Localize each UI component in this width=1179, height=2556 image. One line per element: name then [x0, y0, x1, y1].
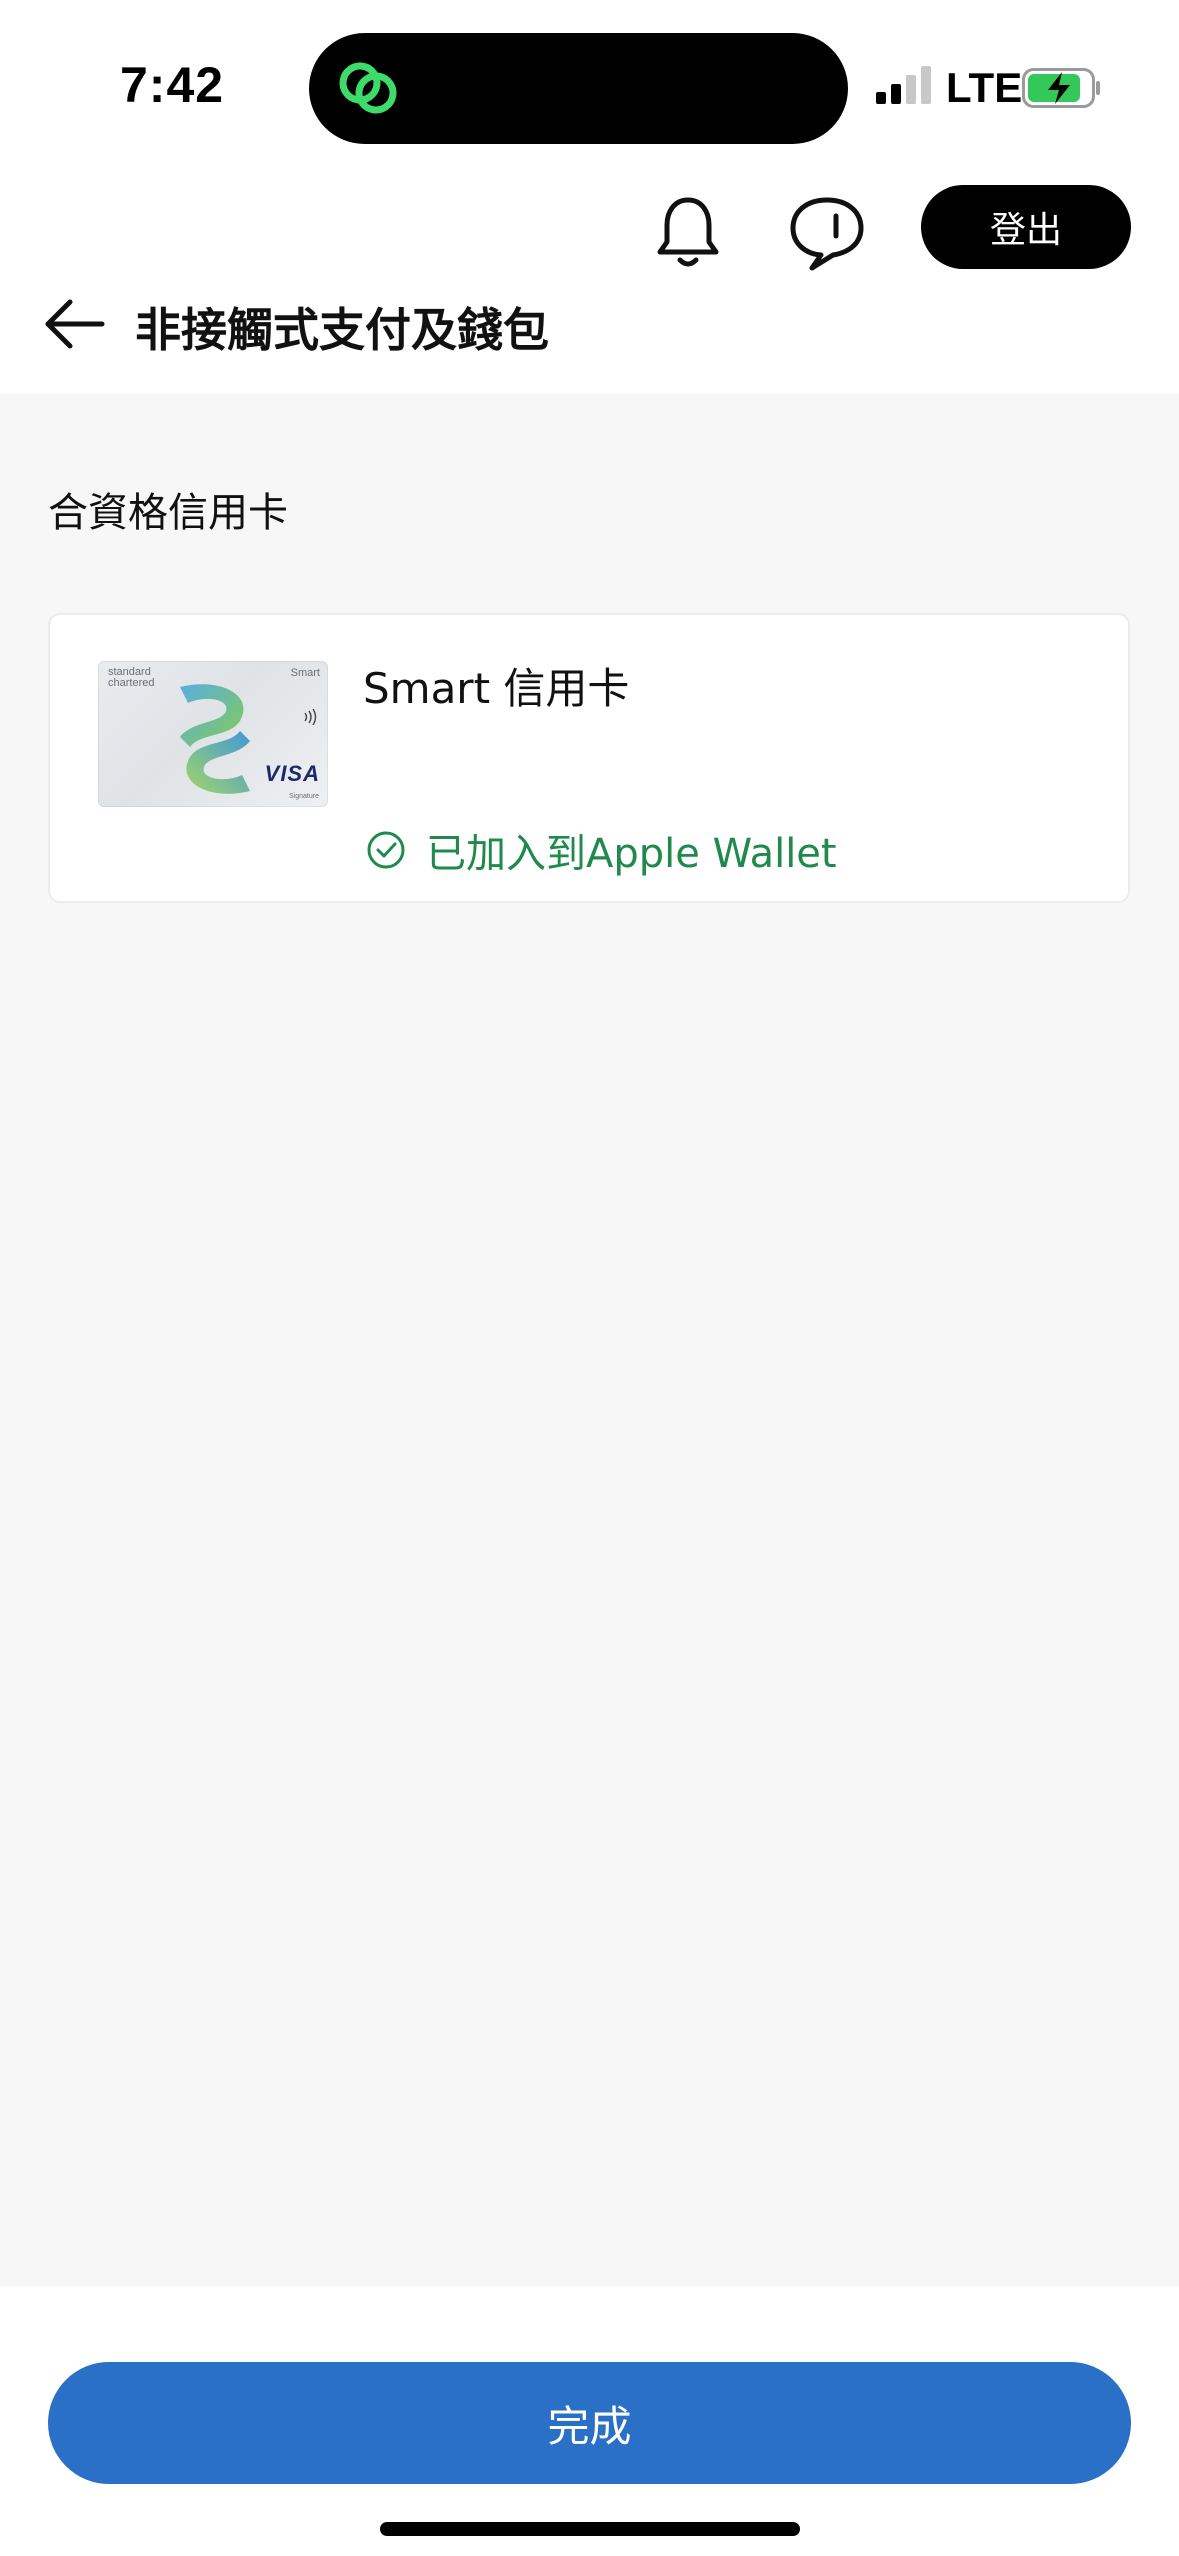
- app-header: 登出 非接觸式支付及錢包: [0, 170, 1179, 394]
- card-name: Smart 信用卡: [363, 664, 630, 713]
- card-tier-text: Signature: [289, 793, 319, 800]
- linked-rings-icon: [339, 62, 397, 114]
- contactless-icon: [304, 709, 317, 725]
- credit-card-item[interactable]: standard chartered Smart VISA Signature …: [48, 613, 1130, 903]
- credit-card-image: standard chartered Smart VISA Signature: [98, 661, 328, 807]
- section-title: 合資格信用卡: [48, 490, 288, 536]
- home-indicator[interactable]: [380, 2522, 800, 2536]
- check-circle-icon: [367, 831, 405, 869]
- card-variant-text: Smart: [290, 667, 320, 679]
- network-type: LTE: [946, 64, 1023, 111]
- wallet-status-text: 已加入到Apple Wallet: [426, 831, 837, 877]
- chat-bubble-icon[interactable]: [788, 194, 866, 272]
- logout-button[interactable]: 登出: [921, 185, 1131, 269]
- footer: 完成: [0, 2286, 1179, 2556]
- wallet-status: 已加入到Apple Wallet: [366, 821, 837, 879]
- card-network-logo: VISA: [264, 761, 320, 786]
- dynamic-island: [309, 33, 848, 144]
- status-time: 7:42: [120, 57, 225, 113]
- main-content: 合資格信用卡 standard chartered Smart VISA Sig…: [0, 394, 1179, 2286]
- page-title: 非接觸式支付及錢包: [135, 303, 549, 357]
- standard-chartered-logo: [180, 684, 250, 794]
- bell-icon[interactable]: [652, 192, 724, 272]
- done-button[interactable]: 完成: [48, 2362, 1131, 2484]
- card-brand-text: standard chartered: [108, 666, 155, 689]
- status-bar: 7:42 LTE: [0, 0, 1179, 170]
- battery-charging-icon: [1022, 68, 1100, 108]
- cellular-signal-icon: [876, 66, 931, 104]
- arrow-left-icon[interactable]: [40, 294, 110, 354]
